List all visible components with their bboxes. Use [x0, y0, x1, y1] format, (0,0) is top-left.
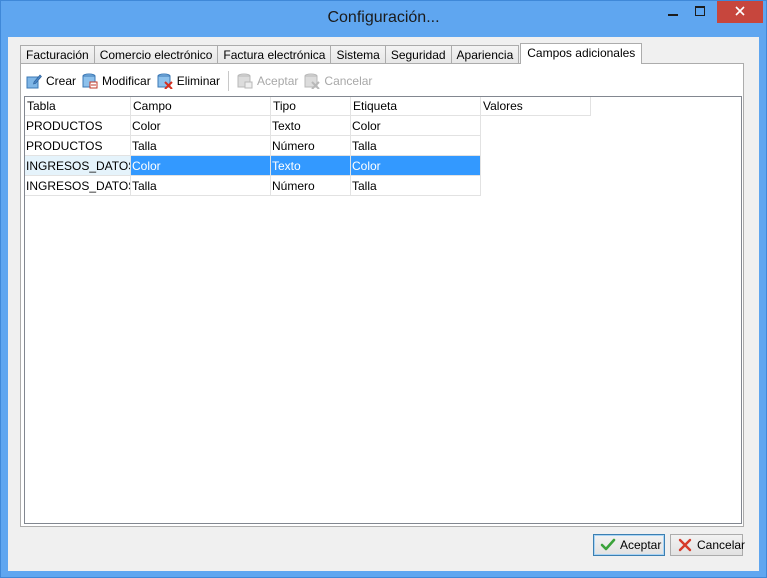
cell-tipo[interactable]: Número [271, 136, 351, 156]
minimize-icon [667, 5, 678, 19]
table-row-selected[interactable]: INGRESOS_DATOS Color Texto Color [25, 156, 741, 176]
title-bar[interactable]: Configuración... [1, 1, 766, 37]
modificar-button[interactable]: Modificar [79, 70, 154, 92]
toolbar-cancelar-button[interactable]: Cancelar [301, 70, 375, 92]
column-header-etiqueta[interactable]: Etiqueta [351, 97, 481, 116]
cancel-x-icon [677, 537, 693, 553]
checkmark-icon [600, 537, 616, 553]
save-icon [237, 73, 253, 89]
column-header-valores[interactable]: Valores [481, 97, 591, 116]
cell-etiqueta[interactable]: Talla [351, 176, 481, 196]
column-header-tabla[interactable]: Tabla [25, 97, 131, 116]
toolbar-separator [228, 71, 230, 91]
cell-tipo[interactable]: Texto [271, 116, 351, 136]
cell-tabla[interactable]: PRODUCTOS [25, 136, 131, 156]
cell-campo[interactable]: Color [131, 116, 271, 136]
cancel-edit-icon [304, 73, 321, 90]
cell-etiqueta[interactable]: Color [351, 116, 481, 136]
cancelar-button[interactable]: Cancelar [670, 534, 746, 556]
cell-tipo[interactable]: Número [271, 176, 351, 196]
dialog-client-area: Facturación Comercio electrónico Factura… [8, 37, 759, 571]
cell-campo[interactable]: Talla [131, 176, 271, 196]
configuration-window: Configuración... Facturación Comercio el… [0, 0, 767, 578]
table-row[interactable]: PRODUCTOS Color Texto Color [25, 116, 741, 136]
cell-tabla[interactable]: INGRESOS_DATOS [25, 176, 131, 196]
create-icon [26, 73, 42, 89]
aceptar-button[interactable]: Aceptar [593, 534, 665, 556]
eliminar-label: Eliminar [176, 74, 221, 88]
toolbar: Crear Modificar Eliminar Aceptar Cancela… [23, 68, 375, 94]
toolbar-aceptar-button[interactable]: Aceptar [234, 70, 301, 92]
cell-campo[interactable]: Color [131, 156, 271, 176]
cell-tabla[interactable]: PRODUCTOS [25, 116, 131, 136]
table-row[interactable]: PRODUCTOS Talla Número Talla [25, 136, 741, 156]
toolbar-aceptar-label: Aceptar [257, 74, 299, 88]
tab-factura-electronica[interactable]: Factura electrónica [217, 45, 332, 64]
window-title: Configuración... [327, 9, 440, 26]
tab-campos-adicionales[interactable]: Campos adicionales [520, 43, 643, 64]
cell-campo[interactable]: Talla [131, 136, 271, 156]
cell-tabla[interactable]: INGRESOS_DATOS [25, 156, 131, 176]
crear-button[interactable]: Crear [23, 70, 79, 92]
cell-etiqueta[interactable]: Talla [351, 136, 481, 156]
campos-grid[interactable]: Tabla Campo Tipo Etiqueta Valores PRODUC… [24, 96, 742, 524]
minimize-button[interactable] [659, 1, 686, 23]
cancelar-label: Cancelar [697, 538, 746, 552]
tab-comercio-electronico[interactable]: Comercio electrónico [93, 45, 219, 64]
tab-seguridad[interactable]: Seguridad [384, 45, 452, 64]
close-icon [735, 5, 745, 19]
edit-table-icon [82, 73, 98, 89]
eliminar-button[interactable]: Eliminar [154, 70, 223, 92]
crear-label: Crear [46, 74, 77, 88]
tab-apariencia[interactable]: Apariencia [450, 45, 520, 64]
cell-tipo[interactable]: Texto [271, 156, 351, 176]
table-row[interactable]: INGRESOS_DATOS Talla Número Talla [25, 176, 741, 196]
cell-etiqueta[interactable]: Color [351, 156, 481, 176]
tab-strip: Facturación Comercio electrónico Factura… [20, 43, 643, 64]
toolbar-cancelar-label: Cancelar [324, 74, 373, 88]
aceptar-label: Aceptar [620, 538, 662, 552]
tab-sistema[interactable]: Sistema [330, 45, 386, 64]
modificar-label: Modificar [102, 74, 151, 88]
column-header-tipo[interactable]: Tipo [271, 97, 351, 116]
tab-facturacion[interactable]: Facturación [20, 45, 95, 64]
maximize-icon [694, 5, 705, 19]
grid-header: Tabla Campo Tipo Etiqueta Valores [25, 97, 741, 116]
maximize-button[interactable] [686, 1, 713, 23]
delete-icon [157, 73, 173, 90]
close-button[interactable] [717, 1, 763, 23]
campos-adicionales-panel: Crear Modificar Eliminar Aceptar Cancela… [20, 63, 744, 527]
column-header-campo[interactable]: Campo [131, 97, 271, 116]
